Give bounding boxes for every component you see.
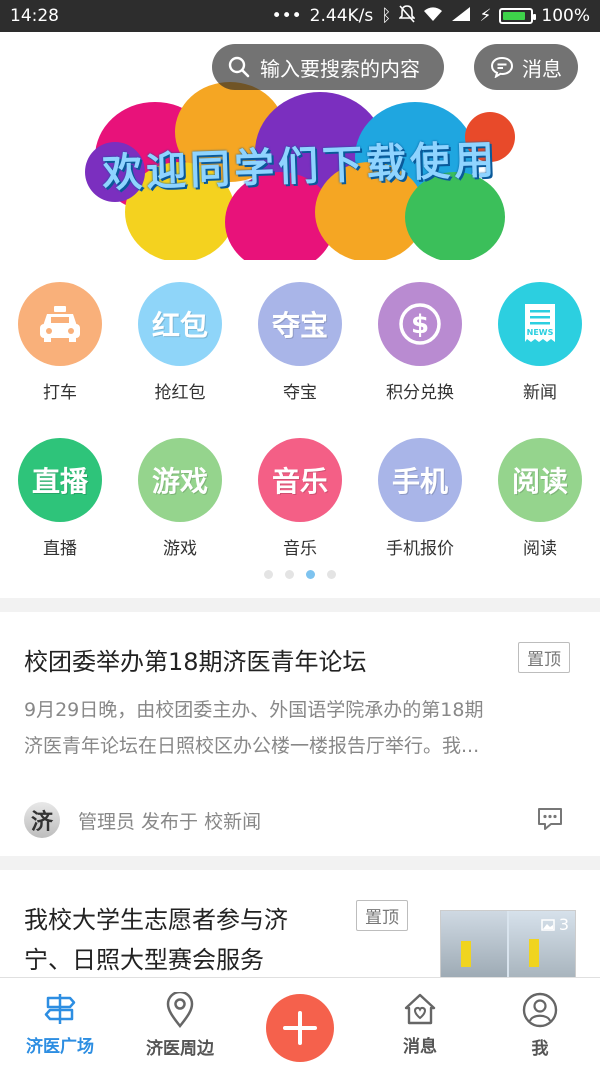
- grid-label: 积分兑换: [386, 383, 454, 403]
- grid-item-phone-price[interactable]: 手机 手机报价: [360, 424, 480, 580]
- feature-grid: 打车 红包 抢红包 夺宝 夺宝 $ 积分兑换 NEWS 新闻 直播 直播 游戏 …: [0, 268, 600, 580]
- bluetooth-icon: ᛒ: [381, 6, 392, 26]
- indicator-dot: [285, 570, 294, 579]
- grid-label: 音乐: [283, 539, 317, 559]
- news-title-line: 宁、日照大型赛会服务: [24, 946, 264, 974]
- tab-label: 消息: [403, 1037, 437, 1057]
- wifi-icon: [423, 6, 443, 27]
- grid-label: 新闻: [523, 383, 557, 403]
- grid-item-live[interactable]: 直播 直播: [0, 424, 120, 580]
- grid-item-points-exchange[interactable]: $ 积分兑换: [360, 268, 480, 424]
- grid-label: 打车: [43, 383, 77, 403]
- comment-icon[interactable]: [536, 806, 564, 836]
- mute-icon: [398, 4, 417, 28]
- signal-icon: [451, 6, 471, 27]
- divider: [0, 856, 600, 870]
- search-placeholder: 输入要搜索的内容: [260, 56, 420, 81]
- divider: [0, 598, 600, 612]
- news-icon: NEWS: [498, 282, 582, 366]
- grid-label: 手机报价: [386, 539, 454, 559]
- bottom-tab-bar: 济医广场 济医周边 消息 我: [0, 977, 600, 1067]
- grid-label: 游戏: [163, 539, 197, 559]
- more-dots-icon: •••: [271, 6, 302, 26]
- news-title: 我校大学生志愿者参与济 宁、日照大型赛会服务: [24, 900, 288, 980]
- tab-jiyi-nearby[interactable]: 济医周边: [120, 978, 240, 1067]
- taxi-icon: [18, 282, 102, 366]
- avatar: 济: [24, 802, 60, 838]
- user-icon: [522, 992, 558, 1028]
- search-bar[interactable]: 输入要搜索的内容: [212, 44, 444, 90]
- battery-icon: [499, 8, 537, 24]
- search-icon: [228, 56, 250, 78]
- news-author-source: 管理员 发布于 校新闻: [78, 810, 262, 833]
- svg-text:NEWS: NEWS: [527, 328, 554, 337]
- grid-row: 直播 直播 游戏 游戏 音乐 音乐 手机 手机报价 阅读 阅读: [0, 424, 600, 580]
- grid-row: 打车 红包 抢红包 夺宝 夺宝 $ 积分兑换 NEWS 新闻: [0, 268, 600, 424]
- news-title: 校团委举办第18期济医青年论坛: [24, 648, 367, 676]
- signpost-icon: [44, 994, 76, 1024]
- message-label: 消息: [522, 56, 562, 81]
- add-post-button[interactable]: [266, 994, 334, 1062]
- tab-label: 济医周边: [146, 1039, 214, 1059]
- live-icon: 直播: [18, 438, 102, 522]
- tab-me[interactable]: 我: [480, 978, 600, 1067]
- music-icon: 音乐: [258, 438, 342, 522]
- red-packet-icon: 红包: [138, 282, 222, 366]
- tab-label: 济医广场: [26, 1037, 94, 1057]
- tab-publish[interactable]: [240, 978, 360, 1067]
- news-thumbnail: 3: [440, 910, 576, 980]
- news-summary: 9月29日晚，由校团委主办、外国语学院承办的第18期 济医青年论坛在日照校区办公…: [24, 692, 483, 764]
- grid-item-taxi[interactable]: 打车: [0, 268, 120, 424]
- tab-jiyi-square[interactable]: 济医广场: [0, 978, 120, 1067]
- chat-bubble-icon: [490, 56, 514, 78]
- grid-label: 夺宝: [283, 383, 317, 403]
- news-title-line: 我校大学生志愿者参与济: [24, 906, 288, 934]
- news-summary-line: 9月29日晚，由校团委主办、外国语学院承办的第18期: [24, 699, 484, 721]
- grid-page-indicator: [0, 570, 600, 579]
- news-card[interactable]: 我校大学生志愿者参与济 宁、日照大型赛会服务 置顶 3: [0, 870, 600, 980]
- gallery-icon: [541, 918, 555, 931]
- grid-item-treasure[interactable]: 夺宝 夺宝: [240, 268, 360, 424]
- pinned-badge: 置顶: [356, 900, 408, 931]
- grid-label: 直播: [43, 539, 77, 559]
- grid-item-news[interactable]: NEWS 新闻: [480, 268, 600, 424]
- grid-item-reading[interactable]: 阅读 阅读: [480, 424, 600, 580]
- status-time: 14:28: [10, 6, 59, 26]
- indicator-dot: [327, 570, 336, 579]
- svg-text:$: $: [411, 310, 429, 340]
- phone-icon: 手机: [378, 438, 462, 522]
- indicator-dot: [306, 570, 315, 579]
- news-card[interactable]: 校团委举办第18期济医青年论坛 置顶 9月29日晚，由校团委主办、外国语学院承办…: [0, 612, 600, 856]
- reading-icon: 阅读: [498, 438, 582, 522]
- news-summary-line: 济医青年论坛在日照校区办公楼一楼报告厅举行。我...: [24, 735, 480, 757]
- location-pin-icon: [166, 992, 194, 1028]
- message-button[interactable]: 消息: [474, 44, 578, 90]
- grid-item-red-packet[interactable]: 红包 抢红包: [120, 268, 240, 424]
- charging-icon: ⚡: [479, 6, 492, 26]
- plus-icon: [283, 1011, 317, 1045]
- battery-level: 100%: [541, 6, 590, 26]
- grid-label: 阅读: [523, 539, 557, 559]
- coin-icon: $: [378, 282, 462, 366]
- grid-label: 抢红包: [154, 383, 206, 403]
- tab-messages[interactable]: 消息: [360, 978, 480, 1067]
- image-count: 3: [541, 915, 569, 934]
- house-heart-icon: [404, 993, 436, 1025]
- news-meta: 济 管理员 发布于 校新闻: [24, 802, 261, 838]
- network-speed: 2.44K/s: [309, 6, 374, 26]
- status-bar: 14:28 ••• 2.44K/s ᛒ ⚡ 100%: [0, 0, 600, 32]
- pinned-badge: 置顶: [518, 642, 570, 673]
- tab-label: 我: [531, 1039, 549, 1059]
- grid-item-game[interactable]: 游戏 游戏: [120, 424, 240, 580]
- grid-item-music[interactable]: 音乐 音乐: [240, 424, 360, 580]
- treasure-icon: 夺宝: [258, 282, 342, 366]
- indicator-dot: [264, 570, 273, 579]
- game-icon: 游戏: [138, 438, 222, 522]
